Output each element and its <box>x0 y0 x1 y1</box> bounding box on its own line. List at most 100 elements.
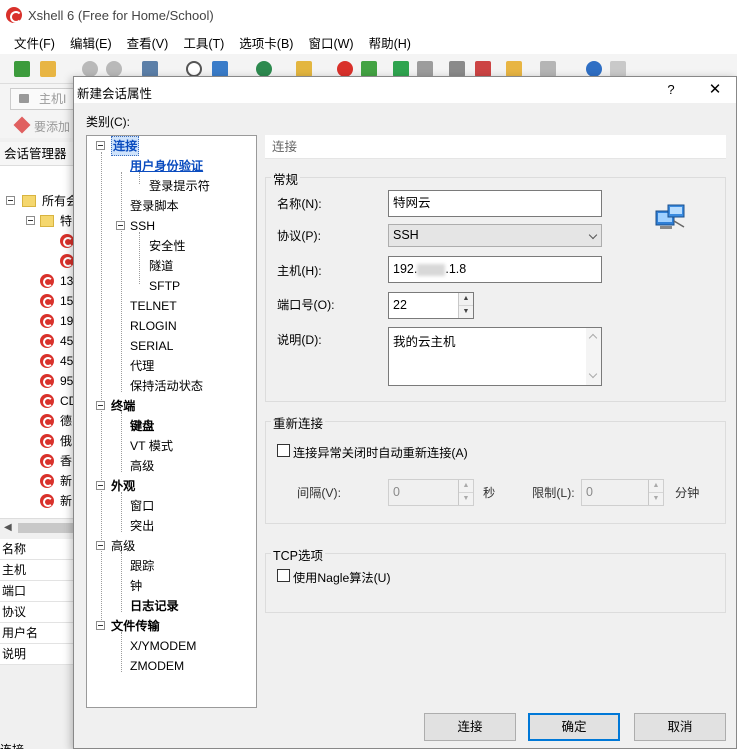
port-input[interactable]: 22 ▲ ▼ <box>388 292 474 319</box>
category-highlight[interactable]: 突出 <box>130 516 154 536</box>
category-proxy[interactable]: 代理 <box>130 356 154 376</box>
category-serial[interactable]: SERIAL <box>130 336 173 356</box>
nagle-checkbox[interactable] <box>277 569 290 582</box>
limit-value: 0 <box>586 485 593 499</box>
auto-reconnect-label[interactable]: 连接异常关闭时自动重新连接(A) <box>293 443 468 461</box>
category-keyboard[interactable]: 键盘 <box>130 416 154 436</box>
category-bell[interactable]: 钟 <box>130 576 142 596</box>
scroll-down-icon[interactable] <box>588 369 598 379</box>
menu-tools[interactable]: 工具(T) <box>183 33 224 52</box>
property-port: 端口 <box>0 581 75 602</box>
properties-icon[interactable] <box>142 61 158 77</box>
category-trace[interactable]: 跟踪 <box>130 556 154 576</box>
category-window[interactable]: 窗口 <box>130 496 154 516</box>
category-user-auth[interactable]: 用户身份验证 <box>130 156 203 176</box>
copy-icon[interactable] <box>212 61 228 77</box>
nagle-label[interactable]: 使用Nagle算法(U) <box>293 568 391 586</box>
name-input[interactable]: 特网云 <box>388 190 602 217</box>
category-logging[interactable]: 日志记录 <box>130 596 179 616</box>
menu-tabs[interactable]: 选项卡(B) <box>239 33 293 52</box>
host-input[interactable]: 192. .1.8 <box>388 256 602 283</box>
reconnect-group <box>265 421 726 524</box>
scroll-up-icon[interactable] <box>588 333 598 343</box>
category-keepalive[interactable]: 保持活动状态 <box>130 376 203 396</box>
category-security[interactable]: 安全性 <box>149 236 186 256</box>
collapse-icon[interactable] <box>96 401 105 410</box>
category-terminal-advanced[interactable]: 高级 <box>130 456 154 476</box>
scroll-left-icon[interactable]: ◀ <box>4 522 12 533</box>
limit-spinner[interactable]: ▲ ▼ <box>648 480 663 505</box>
help-button[interactable]: ? <box>662 81 680 99</box>
interval-input[interactable]: 0 ▲ ▼ <box>388 479 474 506</box>
auto-reconnect-checkbox[interactable] <box>277 444 290 457</box>
collapse-icon[interactable] <box>116 221 125 230</box>
fullscreen-icon[interactable] <box>393 61 409 77</box>
menu-edit[interactable]: 编辑(E) <box>70 33 112 52</box>
open-folder-icon[interactable] <box>40 61 56 77</box>
port-spinner[interactable]: ▲ ▼ <box>458 293 473 318</box>
collapse-icon[interactable] <box>96 621 105 630</box>
category-tunnel[interactable]: 隧道 <box>149 256 173 276</box>
add-folder-icon[interactable] <box>506 61 522 77</box>
textarea-scrollbar[interactable] <box>586 328 601 385</box>
category-terminal[interactable]: 终端 <box>111 396 135 416</box>
collapse-icon[interactable] <box>26 216 35 225</box>
protocol-select[interactable]: SSH <box>388 224 602 247</box>
session-icon <box>40 494 54 508</box>
pen-icon[interactable] <box>475 61 491 77</box>
spin-up-icon[interactable]: ▲ <box>459 293 473 306</box>
spin-down-icon[interactable]: ▼ <box>459 306 473 319</box>
xshell-icon[interactable] <box>337 61 353 77</box>
search-icon[interactable] <box>186 61 202 77</box>
collapse-icon[interactable] <box>96 141 105 150</box>
category-vt-mode[interactable]: VT 模式 <box>130 436 173 456</box>
globe-icon[interactable] <box>256 61 272 77</box>
session-icon <box>40 474 54 488</box>
category-xymodem[interactable]: X/YMODEM <box>130 636 196 656</box>
keyboard-icon[interactable] <box>449 61 465 77</box>
help-icon[interactable] <box>586 61 602 77</box>
collapse-icon[interactable] <box>96 481 105 490</box>
category-login-script[interactable]: 登录脚本 <box>130 196 179 216</box>
spin-up-icon[interactable]: ▲ <box>649 480 663 493</box>
spin-down-icon[interactable]: ▼ <box>459 493 473 506</box>
category-advanced[interactable]: 高级 <box>111 536 135 556</box>
session-tree-scrollbar[interactable]: ◀ <box>0 518 75 536</box>
unlink-icon[interactable] <box>106 61 122 77</box>
collapse-icon[interactable] <box>6 196 15 205</box>
category-login-prompt[interactable]: 登录提示符 <box>149 176 210 196</box>
menu-file[interactable]: 文件(F) <box>14 33 55 52</box>
menu-window[interactable]: 窗口(W) <box>308 33 353 52</box>
cancel-button[interactable]: 取消 <box>634 713 726 741</box>
ok-button[interactable]: 确定 <box>528 713 620 741</box>
category-connection[interactable]: 连接 <box>111 136 140 156</box>
category-rlogin[interactable]: RLOGIN <box>130 316 177 336</box>
new-session-icon[interactable] <box>14 61 30 77</box>
collapse-icon[interactable] <box>96 541 105 550</box>
session-label: 45 <box>60 354 74 368</box>
category-sftp[interactable]: SFTP <box>149 276 180 296</box>
link-icon[interactable] <box>82 61 98 77</box>
close-button[interactable]: ✕ <box>704 80 726 100</box>
interval-spinner[interactable]: ▲ ▼ <box>458 480 473 505</box>
hint-bar: 要添加 <box>0 112 75 138</box>
category-ssh[interactable]: SSH <box>130 216 155 236</box>
spin-up-icon[interactable]: ▲ <box>459 480 473 493</box>
category-appearance[interactable]: 外观 <box>111 476 135 496</box>
layout-icon[interactable] <box>540 61 556 77</box>
category-file-transfer[interactable]: 文件传输 <box>111 616 160 636</box>
menu-help[interactable]: 帮助(H) <box>369 33 411 52</box>
menu-view[interactable]: 查看(V) <box>127 33 169 52</box>
category-telnet[interactable]: TELNET <box>130 296 177 316</box>
category-zmodem[interactable]: ZMODEM <box>130 656 184 676</box>
xftp-icon[interactable] <box>361 61 377 77</box>
description-textarea[interactable]: 我的云主机 <box>388 327 602 386</box>
chat-icon[interactable] <box>610 61 626 77</box>
scrollbar-thumb[interactable] <box>18 523 75 533</box>
font-icon[interactable] <box>296 61 312 77</box>
spin-down-icon[interactable]: ▼ <box>649 493 663 506</box>
connect-button[interactable]: 连接 <box>424 713 516 741</box>
lock-icon[interactable] <box>417 61 433 77</box>
property-description: 说明 <box>0 644 75 665</box>
limit-input[interactable]: 0 ▲ ▼ <box>581 479 664 506</box>
